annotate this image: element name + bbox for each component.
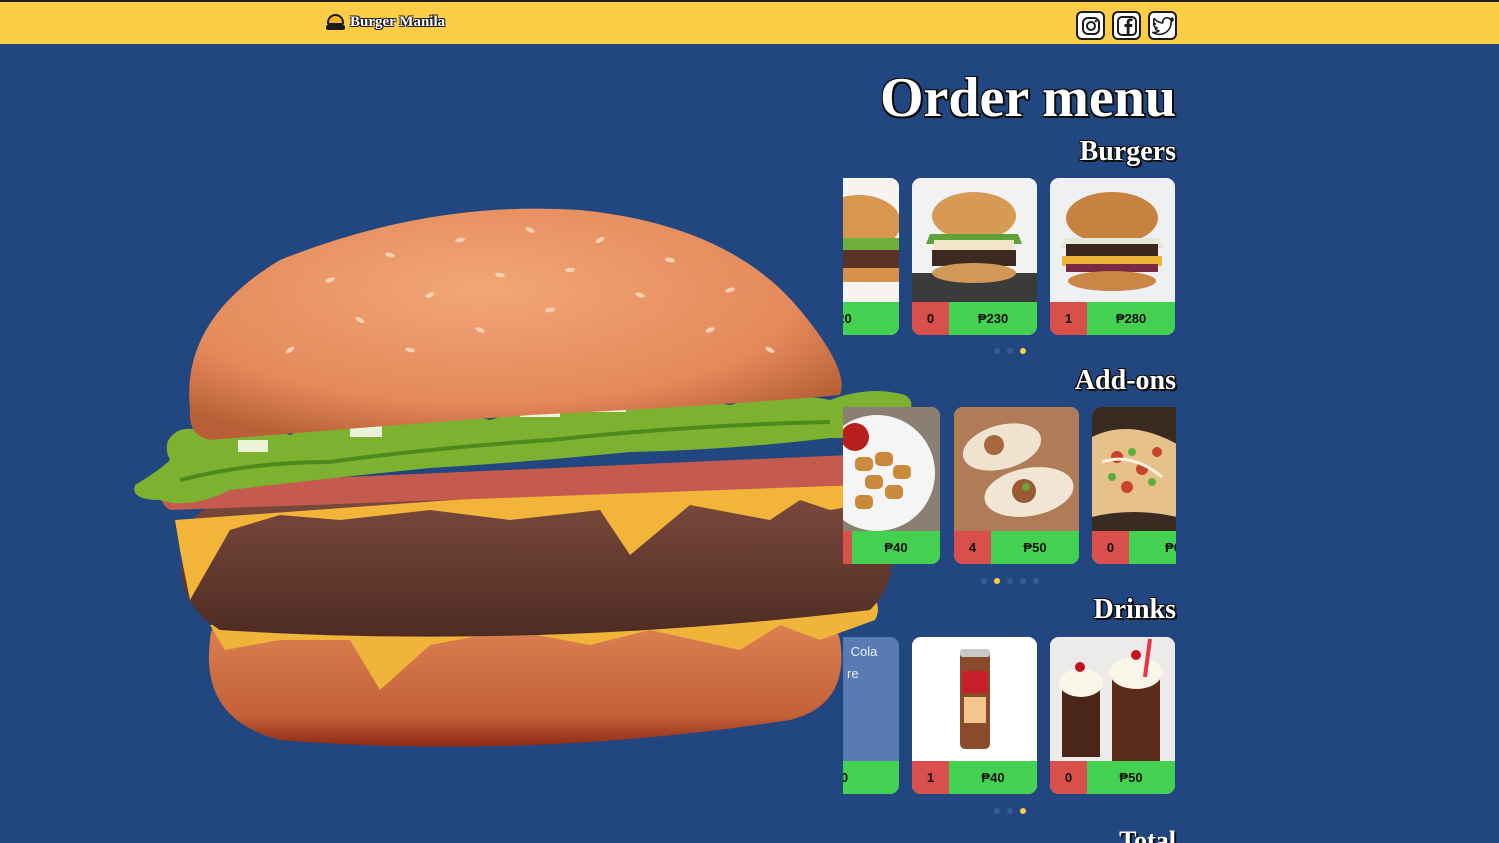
twitter-icon[interactable] bbox=[1148, 11, 1177, 40]
nuggets-photo bbox=[843, 407, 940, 531]
carousel-dot-active[interactable] bbox=[1020, 808, 1026, 814]
drink-description: Cola re bbox=[847, 644, 878, 681]
burger-photo bbox=[912, 178, 1037, 302]
hero-burger-illustration bbox=[134, 208, 912, 747]
price-button[interactable]: ₱6 bbox=[1129, 531, 1176, 564]
social-links bbox=[1076, 11, 1177, 40]
carousel-dot[interactable] bbox=[1020, 578, 1026, 584]
carousel-dot[interactable] bbox=[1007, 348, 1013, 354]
instagram-icon[interactable] bbox=[1076, 11, 1105, 40]
price-button[interactable]: ₱40 bbox=[852, 531, 940, 564]
carousel-dot-active[interactable] bbox=[994, 578, 1000, 584]
menu-card[interactable]: Cola re ₱30 bbox=[843, 637, 899, 794]
carousel-dot[interactable] bbox=[1007, 578, 1013, 584]
section-title-burgers: Burgers bbox=[1079, 136, 1176, 167]
menu-card[interactable]: 1 ₱280 bbox=[1050, 178, 1175, 335]
float-drink-photo bbox=[1050, 637, 1175, 761]
burger-photo bbox=[1050, 178, 1175, 302]
quantity-counter[interactable]: 1 bbox=[1050, 302, 1087, 335]
price-button[interactable]: ₱280 bbox=[1087, 302, 1175, 335]
quantity-counter[interactable]: 0 bbox=[1050, 761, 1087, 794]
quantity-counter[interactable]: 0 bbox=[912, 302, 949, 335]
menu-card[interactable]: 4 ₱50 bbox=[954, 407, 1079, 564]
section-title-drinks: Drinks bbox=[1093, 594, 1176, 625]
carousel-dot[interactable] bbox=[994, 348, 1000, 354]
section-title-addons: Add-ons bbox=[1074, 365, 1176, 396]
quantity-counter[interactable]: 1 bbox=[912, 761, 949, 794]
menu-card[interactable]: 0 ₱6 bbox=[1092, 407, 1176, 564]
menu-card[interactable]: ₱120 bbox=[843, 178, 899, 335]
quantity-counter[interactable]: 4 bbox=[954, 531, 991, 564]
burger-logo-icon bbox=[326, 14, 345, 31]
price-button[interactable]: ₱50 bbox=[1087, 761, 1175, 794]
total-heading: Total bbox=[1119, 826, 1176, 843]
price-button[interactable]: ₱40 bbox=[949, 761, 1037, 794]
price-label: ₱120 bbox=[843, 302, 899, 335]
menu-card[interactable]: 1 ₱40 bbox=[912, 637, 1037, 794]
soda-can-photo bbox=[912, 637, 1037, 761]
shawarma-photo bbox=[954, 407, 1079, 531]
quantity-counter[interactable] bbox=[843, 531, 852, 564]
brand-link[interactable]: Burger Manila bbox=[326, 14, 445, 31]
drinks-carousel-dots[interactable] bbox=[994, 808, 1026, 814]
quantity-counter[interactable]: 0 bbox=[1092, 531, 1129, 564]
price-button[interactable]: ₱30 bbox=[843, 761, 899, 794]
brand-name: Burger Manila bbox=[350, 14, 446, 30]
price-button[interactable]: ₱50 bbox=[991, 531, 1079, 564]
carousel-dot[interactable] bbox=[994, 808, 1000, 814]
carousel-dot-active[interactable] bbox=[1020, 348, 1026, 354]
menu-card[interactable]: 0 ₱50 bbox=[1050, 637, 1175, 794]
page-title: Order menu bbox=[879, 67, 1176, 129]
menu-card[interactable]: ₱40 bbox=[843, 407, 940, 564]
drinks-carousel[interactable]: Cola re ₱30 1 ₱40 0 ₱50 bbox=[843, 637, 1176, 797]
carousel-dot[interactable] bbox=[981, 578, 987, 584]
burgers-carousel-dots[interactable] bbox=[994, 348, 1026, 354]
price-button[interactable]: ₱230 bbox=[949, 302, 1037, 335]
menu-card[interactable]: 0 ₱230 bbox=[912, 178, 1037, 335]
carousel-dot[interactable] bbox=[1033, 578, 1039, 584]
facebook-icon[interactable] bbox=[1112, 11, 1141, 40]
addons-carousel[interactable]: ₱40 4 ₱50 0 ₱6 bbox=[843, 407, 1176, 567]
burgers-carousel[interactable]: ₱120 0 ₱230 1 ₱280 bbox=[843, 178, 1176, 338]
carousel-dot[interactable] bbox=[1007, 808, 1013, 814]
top-navbar: Burger Manila bbox=[0, 0, 1499, 44]
addons-carousel-dots[interactable] bbox=[981, 578, 1039, 584]
tacos-photo bbox=[1092, 407, 1176, 531]
burger-photo bbox=[843, 178, 899, 302]
